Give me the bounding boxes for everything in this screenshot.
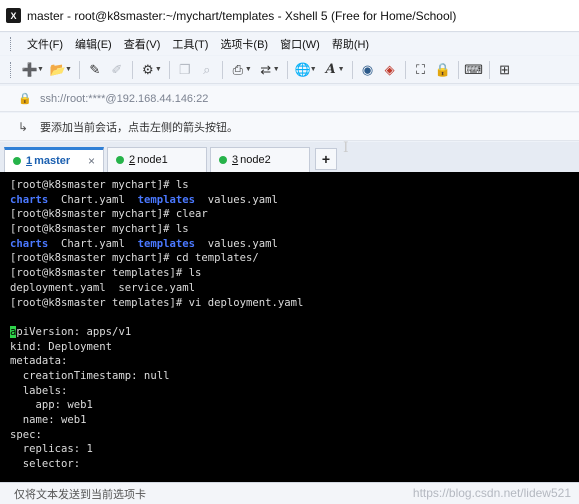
terminal-text: Chart.yaml	[48, 193, 138, 206]
title-bar: X master - root@k8smaster:~/mychart/temp…	[0, 0, 579, 32]
window-title: master - root@k8smaster:~/mychart/templa…	[27, 8, 457, 23]
address-bar: 🔒 ssh://root:****@192.168.44.146:22	[0, 86, 579, 112]
xftp-icon[interactable]: ◉	[357, 60, 379, 80]
tab-master[interactable]: 1 master ×	[4, 147, 104, 172]
terminal-line: creationTimestamp: null	[10, 369, 579, 384]
connected-status-icon	[13, 157, 21, 165]
terminal-text: metadata:	[10, 355, 68, 368]
terminal-text: [root@k8smaster mychart]# cd templates/	[10, 252, 259, 265]
terminal-text: [root@k8smaster mychart]# ls	[10, 223, 189, 236]
terminal-text: templates	[137, 193, 195, 206]
text-cursor-ibeam-icon: I	[343, 140, 349, 156]
terminal-line: [root@k8smaster mychart]# clear	[10, 207, 579, 222]
add-icon[interactable]: ⊞	[494, 60, 516, 80]
terminal-text: [root@k8smaster templates]# vi deploymen…	[10, 296, 304, 309]
terminal-line: charts Chart.yaml templates values.yaml	[10, 237, 579, 252]
fullscreen-icon[interactable]: ⛶	[410, 60, 432, 80]
terminal-text: [root@k8smaster mychart]# clear	[10, 208, 208, 221]
terminal-text: deployment.yaml service.yaml	[10, 281, 195, 294]
tab-label: master	[34, 155, 71, 167]
address-field[interactable]: ssh://root:****@192.168.44.146:22	[40, 93, 208, 105]
tab-number: 2	[129, 154, 136, 166]
terminal-line: deployment.yaml service.yaml	[10, 281, 579, 296]
terminal-line: [root@k8smaster mychart]# cd templates/	[10, 251, 579, 266]
terminal-line: apiVersion: apps/v1	[10, 325, 579, 340]
tab-bar: 1 master × 2 node1 3 node2 +	[0, 142, 579, 172]
compose-placeholder: 仅将文本发送到当前选项卡	[14, 488, 146, 501]
eraser-icon[interactable]: ✐	[106, 60, 128, 80]
find-icon[interactable]: ⌕	[196, 60, 218, 80]
terminal-line: spec:	[10, 428, 579, 443]
menu-grip	[10, 37, 13, 51]
copy-icon[interactable]: ❐	[174, 60, 196, 80]
terminal-text: templates	[137, 237, 195, 250]
terminal-line: [root@k8smaster mychart]# ls	[10, 222, 579, 237]
terminal-output[interactable]: [root@k8smaster mychart]# ls charts Chart…	[0, 172, 579, 482]
connected-status-icon	[219, 156, 227, 164]
menu-file[interactable]: 文件(F)	[21, 36, 69, 52]
tab-label: node2	[240, 154, 271, 166]
tab-number: 3	[232, 154, 239, 166]
toolbar-grip	[10, 61, 13, 78]
terminal-line: selector:	[10, 457, 579, 472]
toolbar: ➕ ▼ 📂 ▼ ✎ ✐ ⚙ ▼ ❐ ⌕ ⎙ ▼ ⇄ ▼ 🌐 ▼ A ▼ ◉ ◈ ⛶ 🔒 ⌨ ⊞	[0, 56, 579, 84]
terminal-line: name: web1	[10, 413, 579, 428]
tab-number: 1	[26, 155, 33, 167]
terminal-text: Chart.yaml	[48, 237, 138, 250]
terminal-line: kind: Deployment	[10, 340, 579, 355]
terminal-text: charts	[10, 237, 49, 250]
tab-label: node1	[137, 154, 168, 166]
menu-tools[interactable]: 工具(T)	[166, 36, 214, 52]
menu-tabs[interactable]: 选项卡(B)	[214, 36, 274, 52]
terminal-text: selector:	[10, 458, 81, 471]
terminal-line: [root@k8smaster mychart]# ls	[10, 178, 579, 193]
terminal-text: replicas: 1	[10, 443, 93, 456]
terminal-text: piVersion: apps/v1	[16, 325, 132, 338]
terminal-text: app: web1	[10, 399, 93, 412]
xshell-app-icon: X	[6, 8, 21, 23]
session-hint-bar: ↳ 要添加当前会话，点击左侧的箭头按钮。	[0, 113, 579, 141]
connected-status-icon	[116, 156, 124, 164]
tab-node2[interactable]: 3 node2	[210, 147, 310, 172]
menu-window[interactable]: 窗口(W)	[274, 36, 326, 52]
menu-view[interactable]: 查看(V)	[118, 36, 167, 52]
terminal-text: name: web1	[10, 414, 87, 426]
terminal-text: [root@k8smaster templates]# ls	[10, 267, 202, 280]
keyboard-icon[interactable]: ⌨	[463, 60, 485, 80]
arrow-add-icon[interactable]: ↳	[18, 120, 34, 134]
terminal-text: values.yaml	[194, 237, 278, 250]
menu-help[interactable]: 帮助(H)	[326, 36, 375, 52]
terminal-text: spec:	[10, 428, 42, 441]
terminal-text: labels:	[10, 384, 68, 397]
terminal-line: app: web1	[10, 398, 579, 413]
close-tab-icon[interactable]: ×	[88, 154, 95, 168]
terminal-text: [root@k8smaster mychart]# ls	[10, 179, 189, 191]
xshell-icon[interactable]: ◈	[379, 60, 401, 80]
session-hint-text: 要添加当前会话，点击左侧的箭头按钮。	[40, 121, 238, 134]
terminal-line: replicas: 1	[10, 442, 579, 457]
terminal-line: charts Chart.yaml templates values.yaml	[10, 193, 579, 208]
terminal-text: creationTimestamp: null	[10, 369, 170, 382]
terminal-line: metadata:	[10, 354, 579, 369]
terminal-line: labels:	[10, 384, 579, 399]
watermark: https://blog.csdn.net/lidew521	[412, 486, 571, 500]
menu-edit[interactable]: 编辑(E)	[69, 36, 118, 52]
terminal-line: [root@k8smaster templates]# vi deploymen…	[10, 296, 579, 311]
address-lock-icon: 🔒	[18, 93, 32, 105]
compose-bar[interactable]: 仅将文本发送到当前选项卡 https://blog.csdn.net/lidew…	[0, 482, 579, 504]
lock-icon[interactable]: 🔒	[432, 60, 454, 80]
pencil-icon[interactable]: ✎	[84, 60, 106, 80]
terminal-text: kind: Deployment	[10, 340, 113, 353]
terminal-text: charts	[10, 193, 49, 206]
tab-node1[interactable]: 2 node1	[107, 147, 207, 172]
new-tab-button[interactable]: +	[315, 148, 337, 170]
terminal-line: [root@k8smaster templates]# ls	[10, 266, 579, 281]
terminal-text: values.yaml	[194, 193, 278, 206]
menu-bar: 文件(F) 编辑(E) 查看(V) 工具(T) 选项卡(B) 窗口(W) 帮助(…	[0, 33, 579, 55]
